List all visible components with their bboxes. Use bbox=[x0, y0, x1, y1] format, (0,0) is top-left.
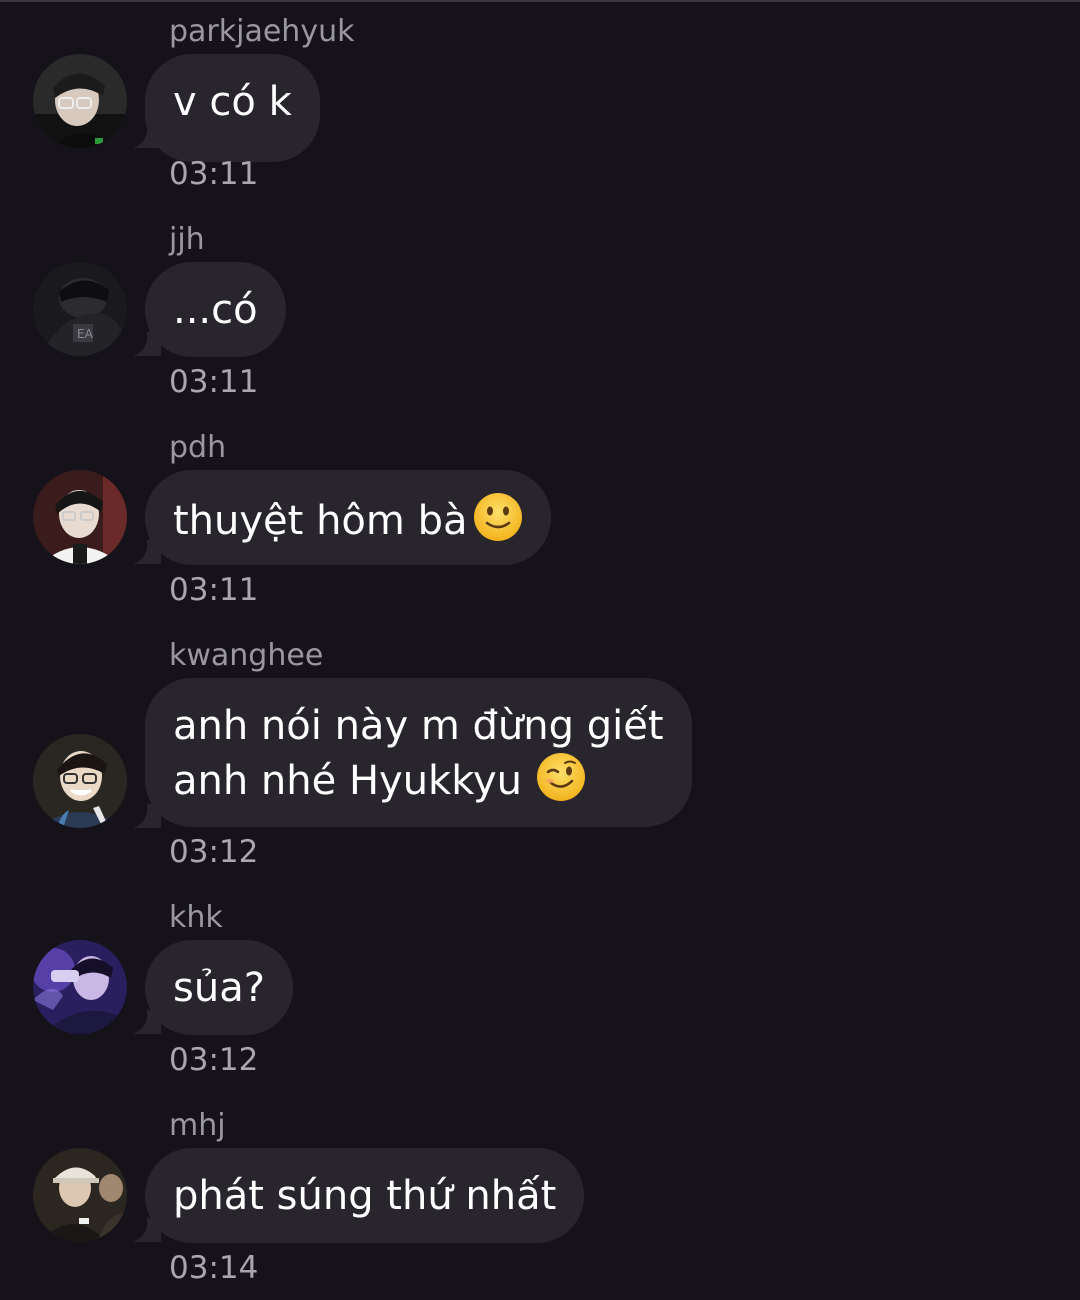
timestamp: 03:14 bbox=[169, 1250, 259, 1286]
avatar[interactable]: EA bbox=[33, 262, 127, 356]
message-bubble[interactable]: thuyệt hôm bà bbox=[145, 470, 552, 565]
message-bubble[interactable]: v có k bbox=[145, 54, 320, 162]
message-text: v có k bbox=[173, 79, 292, 125]
slightly-smiling-face-emoji-icon bbox=[474, 493, 523, 541]
sender-name[interactable]: mhj bbox=[169, 1108, 226, 1144]
avatar[interactable] bbox=[33, 470, 127, 564]
message-text: thuyệt hôm bà bbox=[173, 498, 468, 544]
timestamp: 03:11 bbox=[169, 364, 259, 400]
message-text: anh nhé Hyukkyu bbox=[173, 758, 522, 804]
avatar-photo-white-shirt-icon bbox=[33, 470, 127, 564]
avatar-photo-glasses-icon bbox=[33, 54, 127, 148]
avatar-photo-purple-icon bbox=[33, 940, 127, 1034]
avatar[interactable] bbox=[33, 734, 127, 828]
top-divider bbox=[0, 0, 1080, 2]
message-bubble[interactable]: sủa? bbox=[145, 940, 293, 1035]
message-text: ...có bbox=[173, 287, 258, 333]
avatar-photo-dark-icon: EA bbox=[33, 262, 127, 356]
sender-name[interactable]: jjh bbox=[169, 222, 205, 258]
avatar[interactable] bbox=[33, 1148, 127, 1242]
sender-name[interactable]: parkjaehyuk bbox=[169, 14, 354, 50]
timestamp: 03:11 bbox=[169, 572, 259, 608]
message-text-line-with-emoji: anh nhé Hyukkyu bbox=[173, 752, 664, 807]
timestamp: 03:12 bbox=[169, 834, 259, 870]
sender-name[interactable]: khk bbox=[169, 900, 223, 936]
avatar[interactable] bbox=[33, 54, 127, 148]
timestamp: 03:12 bbox=[169, 1042, 259, 1078]
message-bubble[interactable]: phát súng thứ nhất bbox=[145, 1148, 585, 1243]
message-bubble[interactable]: ...có bbox=[145, 262, 286, 357]
message-text-line: anh nói này m đừng giết bbox=[173, 703, 664, 749]
avatar[interactable] bbox=[33, 940, 127, 1034]
message-text: phát súng thứ nhất bbox=[173, 1173, 557, 1219]
sender-name[interactable]: pdh bbox=[169, 430, 226, 466]
avatar-photo-cap-icon bbox=[33, 1148, 127, 1242]
winking-face-emoji-icon bbox=[536, 753, 585, 801]
timestamp: 03:11 bbox=[169, 156, 259, 192]
sender-name[interactable]: kwanghee bbox=[169, 638, 323, 674]
message-bubble[interactable]: anh nói này m đừng giết anh nhé Hyukkyu bbox=[145, 678, 692, 827]
avatar-photo-smiling-icon bbox=[33, 734, 127, 828]
message-text: sủa? bbox=[173, 965, 265, 1011]
svg-text:EA: EA bbox=[77, 327, 94, 341]
